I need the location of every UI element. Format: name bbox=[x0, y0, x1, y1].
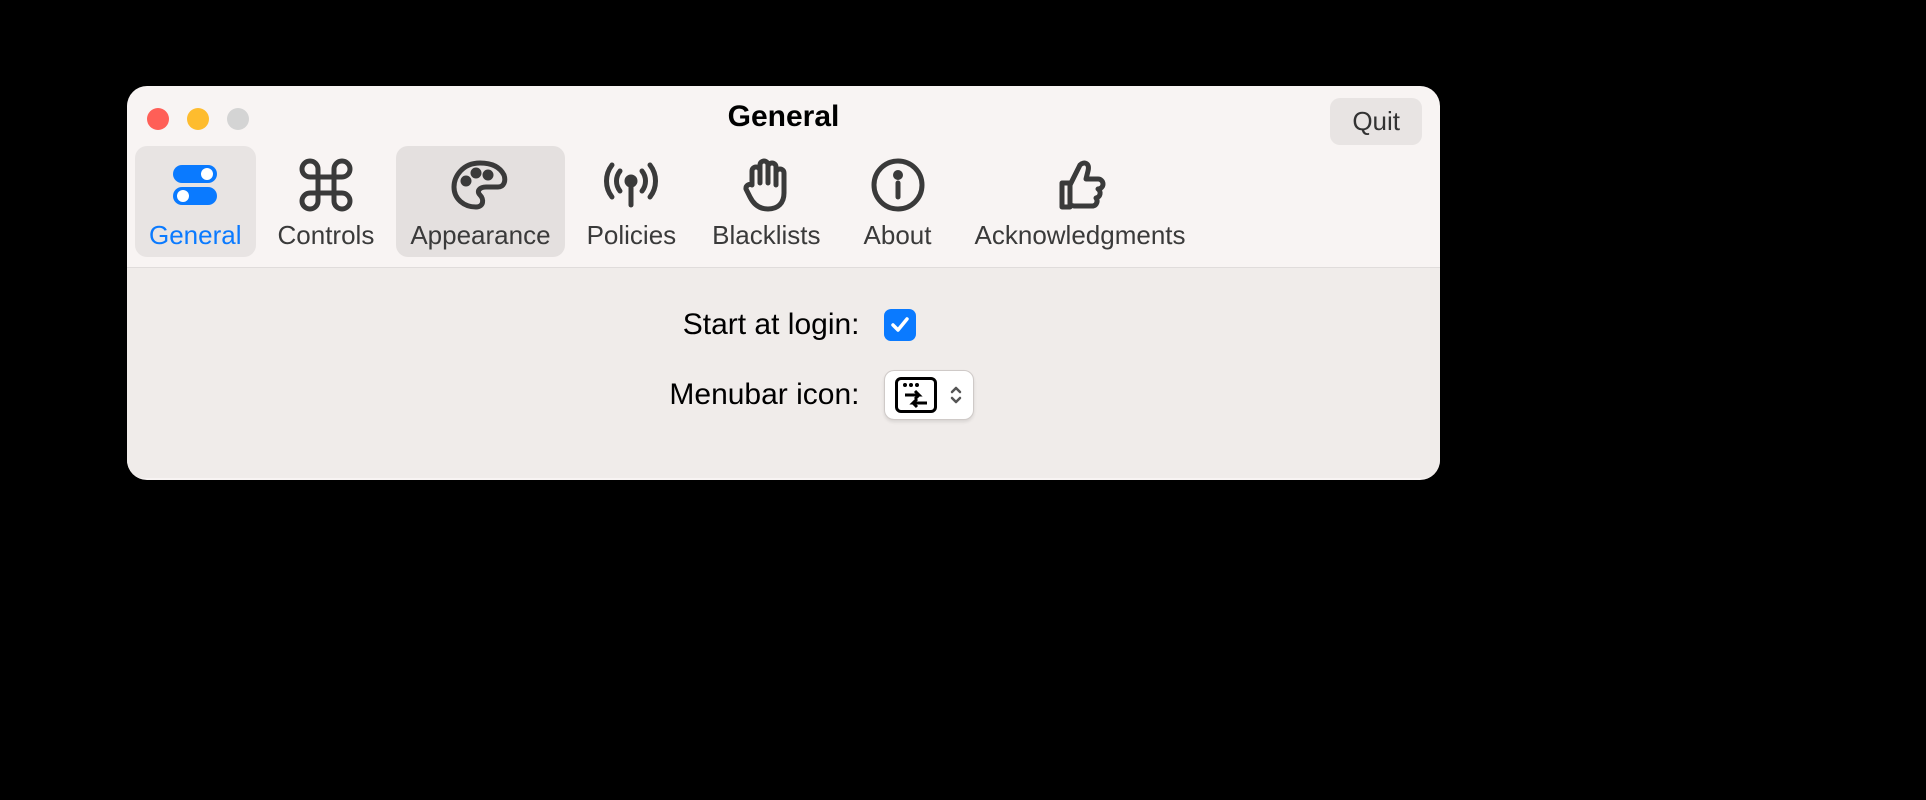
tab-general[interactable]: General bbox=[135, 146, 256, 257]
tab-controls[interactable]: Controls bbox=[264, 146, 389, 257]
tab-label: About bbox=[864, 220, 932, 251]
setting-row-menubar-icon: Menubar icon: bbox=[127, 370, 1440, 420]
start-at-login-checkbox[interactable] bbox=[884, 309, 916, 341]
window-controls bbox=[147, 108, 249, 130]
titlebar: General Quit bbox=[127, 86, 1440, 146]
palette-icon bbox=[450, 154, 510, 216]
tab-about[interactable]: About bbox=[843, 146, 953, 257]
menubar-icon-preview bbox=[895, 377, 937, 413]
preferences-window: General Quit General Controls bbox=[127, 86, 1440, 480]
hand-icon bbox=[738, 154, 794, 216]
command-icon bbox=[298, 154, 354, 216]
tab-label: Policies bbox=[587, 220, 677, 251]
tab-label: Controls bbox=[278, 220, 375, 251]
tab-toolbar: General Controls Appearance bbox=[127, 146, 1440, 268]
chevron-up-down-icon bbox=[949, 385, 963, 405]
arrows-icon bbox=[899, 381, 933, 409]
tab-label: Appearance bbox=[410, 220, 550, 251]
tab-acknowledgments[interactable]: Acknowledgments bbox=[961, 146, 1200, 257]
menubar-icon-dropdown[interactable] bbox=[884, 370, 974, 420]
window-title: General bbox=[728, 100, 840, 134]
setting-row-start-at-login: Start at login: bbox=[127, 308, 1440, 342]
tab-label: Blacklists bbox=[712, 220, 820, 251]
settings-panel: Start at login: Menubar icon: bbox=[127, 268, 1440, 478]
zoom-window-button[interactable] bbox=[227, 108, 249, 130]
quit-button[interactable]: Quit bbox=[1330, 98, 1422, 145]
close-window-button[interactable] bbox=[147, 108, 169, 130]
thumbsup-icon bbox=[1052, 154, 1108, 216]
tab-policies[interactable]: Policies bbox=[573, 146, 691, 257]
start-at-login-label: Start at login: bbox=[184, 308, 884, 342]
tab-label: Acknowledgments bbox=[975, 220, 1186, 251]
minimize-window-button[interactable] bbox=[187, 108, 209, 130]
checkmark-icon bbox=[889, 314, 911, 336]
menubar-icon-label: Menubar icon: bbox=[184, 378, 884, 412]
tab-label: General bbox=[149, 220, 242, 251]
antenna-icon bbox=[598, 154, 664, 216]
toggles-icon bbox=[167, 154, 223, 216]
tab-blacklists[interactable]: Blacklists bbox=[698, 146, 834, 257]
tab-appearance[interactable]: Appearance bbox=[396, 146, 564, 257]
info-icon bbox=[868, 154, 928, 216]
